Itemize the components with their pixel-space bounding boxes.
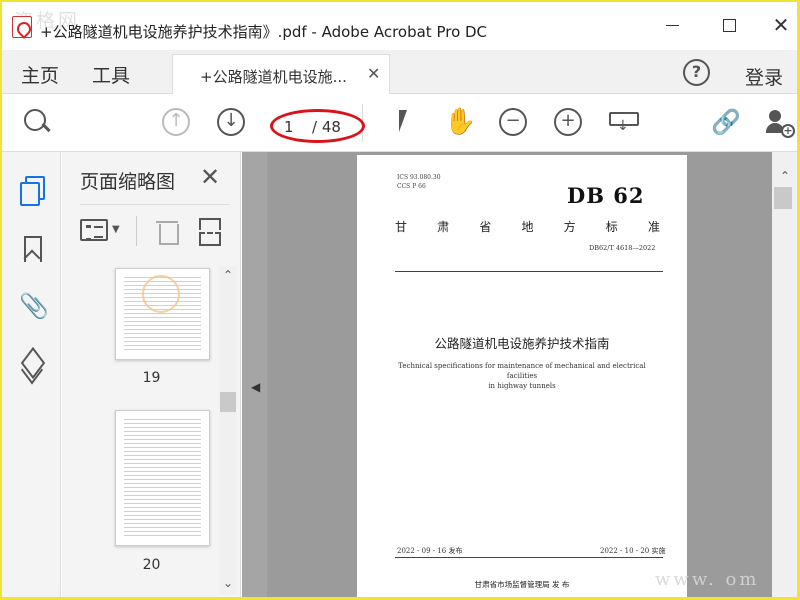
pdf-rule-bottom [395,557,663,558]
panel-divider [80,204,230,205]
title-en-line-1: Technical specifications for maintenance… [398,362,646,380]
minimize-button[interactable] [655,12,691,38]
bookmark-icon[interactable] [19,235,45,263]
hand-tool-icon[interactable]: ✋ [444,108,476,136]
pdf-rule [395,271,663,272]
thumbnail-page-19[interactable] [115,268,210,360]
thumbnail-options-icon[interactable] [80,219,108,241]
pdf-issue-date: 2022 - 09 - 16 发布 [397,547,463,555]
page-fit-icon[interactable] [608,108,639,136]
delete-page-icon[interactable] [156,218,179,245]
attachment-icon[interactable]: 📎 [19,292,49,320]
title-en-line-2: in highway tunnels [488,382,556,390]
document-scrollbar[interactable] [772,152,797,597]
zoom-in-icon[interactable]: + [554,108,582,136]
pdf-page: ICS 93.080.30 CCS P 66 DB 62 甘 肃 省 地 方 标… [357,155,687,597]
share-link-icon[interactable]: 🔗 [711,108,741,136]
pdf-standard-code: DB62/T 4618—2022 [589,244,656,252]
standard-char: 省 [479,220,492,234]
select-cursor-icon[interactable] [395,108,423,136]
document-tab[interactable]: +公路隧道机电设施... ✕ [172,54,390,94]
document-canvas[interactable]: ICS 93.080.30 CCS P 66 DB 62 甘 肃 省 地 方 标… [267,152,772,597]
scroll-down-icon[interactable]: ⌄ [223,576,233,590]
left-rail: 📎 [2,152,61,597]
maximize-button[interactable] [711,12,747,38]
zoom-out-icon[interactable]: − [499,108,527,136]
standard-char: 方 [563,220,576,234]
standard-char: 地 [521,220,534,234]
standard-char: 标 [605,220,618,234]
thumbnail-content [124,419,201,539]
menu-bar: 主页 工具 +公路隧道机电设施... ✕ ? 登录 [2,50,797,94]
add-user-plus-icon: + [781,124,795,138]
login-button[interactable]: 登录 [745,63,783,90]
scroll-up-icon[interactable]: ⌃ [780,169,790,183]
app-window: 资格网 +公路隧道机电设施养护技术指南》.pdf - Adobe Acrobat… [2,2,797,597]
pdf-ics-code: ICS 93.080.30 CCS P 66 [397,173,441,191]
standard-char: 甘 [395,220,408,234]
extract-page-icon[interactable] [196,218,222,246]
search-icon[interactable] [22,108,50,136]
standard-char: 准 [647,220,660,234]
page-thumbnails-icon[interactable] [19,176,45,206]
thumbnail-scrollbar[interactable] [219,266,237,594]
thumbnail-page-number: 19 [142,370,161,386]
tab-close-icon[interactable]: ✕ [367,64,380,83]
thumbnail-scroll-thumb[interactable] [220,392,236,412]
panel-toolbar-divider [136,216,137,246]
stamp-icon [142,275,180,313]
acrobat-app-icon [12,16,32,38]
chevron-down-icon[interactable]: ▼ [112,224,120,235]
close-panel-icon[interactable]: ✕ [200,163,220,191]
thumbnail-panel-title: 页面缩略图 [80,171,176,193]
pdf-publisher: 甘肃省市场监督管理局 发 布 [474,580,570,589]
menu-tools[interactable]: 工具 [92,61,130,88]
pdf-standard-type: 甘 肃 省 地 方 标 准 [395,218,660,235]
pdf-implementation-date: 2022 - 10 - 20 实施 [600,547,666,555]
menu-home[interactable]: 主页 [21,61,59,88]
standard-char: 肃 [437,220,450,234]
toolbar: ↑ ↓ 1 / 48 ✋ − + 🔗 [2,94,797,152]
pdf-title: 公路隧道机电设施养护技术指南 [434,336,610,351]
thumbnail-page-number: 20 [142,557,161,573]
title-bar: 资格网 +公路隧道机电设施养护技术指南》.pdf - Adobe Acrobat… [2,2,797,50]
layers-icon[interactable] [19,351,45,379]
pdf-title-english: Technical specifications for maintenance… [397,361,647,391]
close-window-button[interactable]: ✕ [763,12,797,38]
watermark-bottom: www. om [655,569,760,590]
collapse-panel-icon[interactable]: ◀ [251,380,260,394]
thumbnail-panel: 页面缩略图 ✕ ▼ 19 20 ⌃ ⌄ [62,152,241,597]
page-number-highlight [270,109,365,143]
scroll-up-icon[interactable]: ⌃ [223,268,233,282]
document-tab-label: +公路隧道机电设施... [200,68,347,86]
window-title: +公路隧道机电设施养护技术指南》.pdf - Adobe Acrobat Pro… [40,23,488,41]
next-page-icon[interactable]: ↓ [217,108,245,136]
document-view: ◀ ICS 93.080.30 CCS P 66 DB 62 甘 肃 省 地 方… [242,152,797,597]
thumbnail-page-20[interactable] [115,410,210,546]
help-icon[interactable]: ? [683,59,710,86]
ccs-line: CCS P 66 [397,183,426,190]
previous-page-icon[interactable]: ↑ [162,108,190,136]
document-scroll-thumb[interactable] [774,187,792,209]
pdf-db-mark: DB 62 [567,183,645,208]
ics-line: ICS 93.080.30 [397,174,441,181]
